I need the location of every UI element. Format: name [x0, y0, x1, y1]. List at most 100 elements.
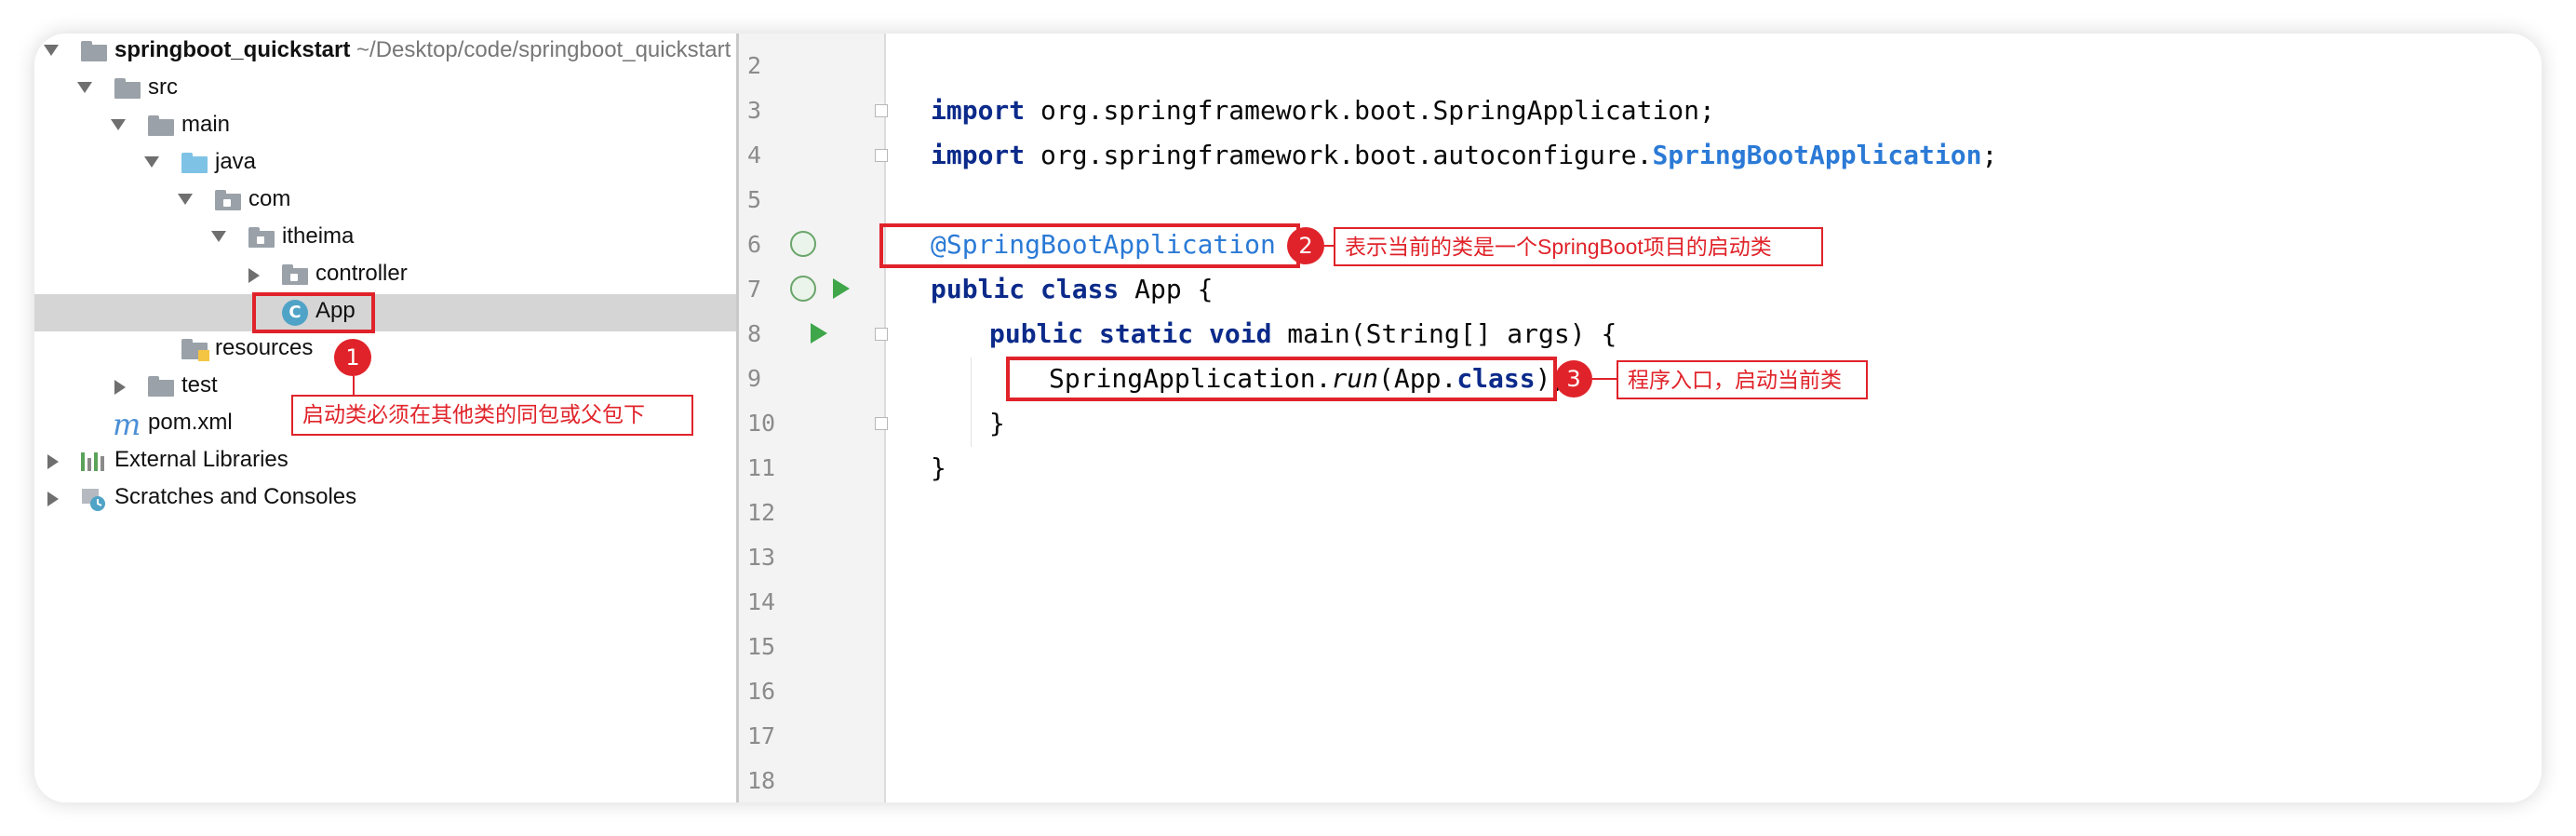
fold-marker-icon[interactable] [875, 328, 888, 341]
scratches-icon [82, 489, 105, 511]
highlight-box-app [252, 292, 375, 333]
chevron-down-icon[interactable] [178, 194, 193, 205]
tree-row-external-libraries[interactable]: External Libraries [34, 443, 736, 480]
chevron-right-icon[interactable] [248, 268, 260, 283]
code-line-8: public static void main(String[] args) { [989, 318, 1617, 349]
chevron-down-icon[interactable] [211, 231, 226, 242]
code-line-4: import org.springframework.boot.autoconf… [931, 140, 1997, 170]
fold-marker-icon[interactable] [875, 104, 888, 117]
line-number: 18 [747, 767, 776, 794]
pom-label: pom.xml [148, 410, 233, 435]
tree-row-app[interactable]: C App [34, 294, 736, 331]
scratches-label: Scratches and Consoles [114, 484, 357, 509]
line-number: 8 [747, 320, 762, 347]
package-icon [282, 264, 308, 285]
fold-marker-icon[interactable] [875, 149, 888, 162]
run-main-icon[interactable] [811, 323, 827, 344]
tree-row-root[interactable]: springboot_quickstart ~/Desktop/code/spr… [34, 34, 736, 71]
spring-bean-icon[interactable] [790, 231, 816, 257]
code-line-11: } [931, 452, 946, 483]
line-number: 6 [747, 231, 762, 258]
external-libraries-label: External Libraries [114, 447, 288, 472]
tree-row-main[interactable]: main [34, 108, 736, 145]
line-number: 5 [747, 186, 762, 213]
code-line-10: } [989, 408, 1005, 438]
class-declaration: App { [1119, 274, 1214, 304]
code-line-7: public class App { [931, 274, 1213, 304]
line-number: 16 [747, 678, 776, 705]
root-path: ~/Desktop/code/springboot_quickstart [356, 37, 731, 62]
package-icon [215, 190, 241, 210]
line-number: 14 [747, 588, 776, 615]
main-method-signature: main(String[] args) { [1271, 318, 1617, 349]
tree-row-com[interactable]: com [34, 182, 736, 220]
badge-3: 3 [1555, 360, 1592, 398]
tree-row-controller[interactable]: controller [34, 257, 736, 294]
line-number: 11 [747, 454, 776, 481]
closing-brace: } [931, 452, 946, 483]
highlight-box-entry-point [1006, 357, 1557, 401]
line-number: 10 [747, 410, 776, 437]
indent-guide [971, 357, 972, 447]
closing-brace: } [989, 408, 1005, 438]
semicolon: ; [1981, 140, 1998, 170]
maven-icon: m [113, 407, 141, 442]
line-number: 7 [747, 276, 762, 303]
resources-folder-icon [181, 339, 209, 361]
ide-window: springboot_quickstart ~/Desktop/code/spr… [34, 34, 2542, 802]
keyword-import: import [931, 140, 1026, 170]
line-number: 4 [747, 142, 762, 169]
chevron-right-icon[interactable] [47, 492, 59, 506]
chevron-down-icon[interactable] [144, 156, 159, 168]
line-number: 13 [747, 544, 776, 571]
line-number: 17 [747, 722, 776, 749]
line-number: 12 [747, 499, 776, 526]
folder-icon [114, 78, 141, 99]
run-class-icon[interactable] [833, 278, 850, 299]
fold-marker-icon[interactable] [875, 417, 888, 430]
line-number: 2 [747, 52, 762, 79]
line-number: 9 [747, 365, 762, 392]
chevron-right-icon[interactable] [47, 454, 59, 469]
project-tree-pane: springboot_quickstart ~/Desktop/code/spr… [34, 34, 736, 802]
chevron-down-icon[interactable] [111, 119, 126, 130]
callout-2: 表示当前的类是一个SpringBoot项目的启动类 [1334, 227, 1823, 266]
folder-icon [148, 115, 174, 136]
root-label: springboot_quickstart ~/Desktop/code/spr… [114, 37, 731, 63]
import-path: org.springframework.boot.SpringApplicati… [1025, 95, 1715, 126]
root-name: springboot_quickstart [114, 37, 351, 62]
resources-label: resources [215, 335, 314, 360]
keyword-public-class: public class [931, 274, 1120, 304]
src-label: src [148, 74, 178, 100]
tree-row-src[interactable]: src [34, 71, 736, 108]
main-label: main [181, 112, 231, 137]
badge-2: 2 [1287, 227, 1324, 264]
com-label: com [248, 186, 291, 211]
callout-3: 程序入口，启动当前类 [1617, 360, 1868, 399]
keyword-public-static-void: public static void [989, 318, 1272, 349]
badge-1: 1 [334, 339, 371, 376]
folder-icon [148, 376, 174, 397]
module-folder-icon [81, 41, 107, 61]
keyword-import: import [931, 95, 1026, 126]
chevron-down-icon[interactable] [44, 45, 59, 56]
highlight-box-annotation [879, 223, 1300, 268]
itheima-label: itheima [282, 223, 355, 249]
spring-bean-icon[interactable] [790, 276, 816, 302]
code-line-3: import org.springframework.boot.SpringAp… [931, 95, 1715, 126]
libraries-icon [81, 452, 107, 471]
tree-row-resources[interactable]: resources [34, 331, 736, 369]
package-icon [248, 227, 275, 248]
tree-row-scratches[interactable]: Scratches and Consoles [34, 480, 736, 518]
tree-row-java[interactable]: java [34, 145, 736, 182]
line-number: 15 [747, 633, 776, 660]
test-label: test [181, 372, 218, 398]
callout-1: 启动类必须在其他类的同包或父包下 [291, 395, 693, 436]
chevron-down-icon[interactable] [77, 82, 92, 93]
tree-row-itheima[interactable]: itheima [34, 220, 736, 257]
import-path: org.springframework.boot.autoconfigure. [1025, 140, 1653, 170]
import-class: SpringBootApplication [1652, 140, 1982, 170]
chevron-right-icon[interactable] [114, 380, 126, 395]
controller-label: controller [315, 261, 408, 286]
line-number: 3 [747, 97, 762, 124]
